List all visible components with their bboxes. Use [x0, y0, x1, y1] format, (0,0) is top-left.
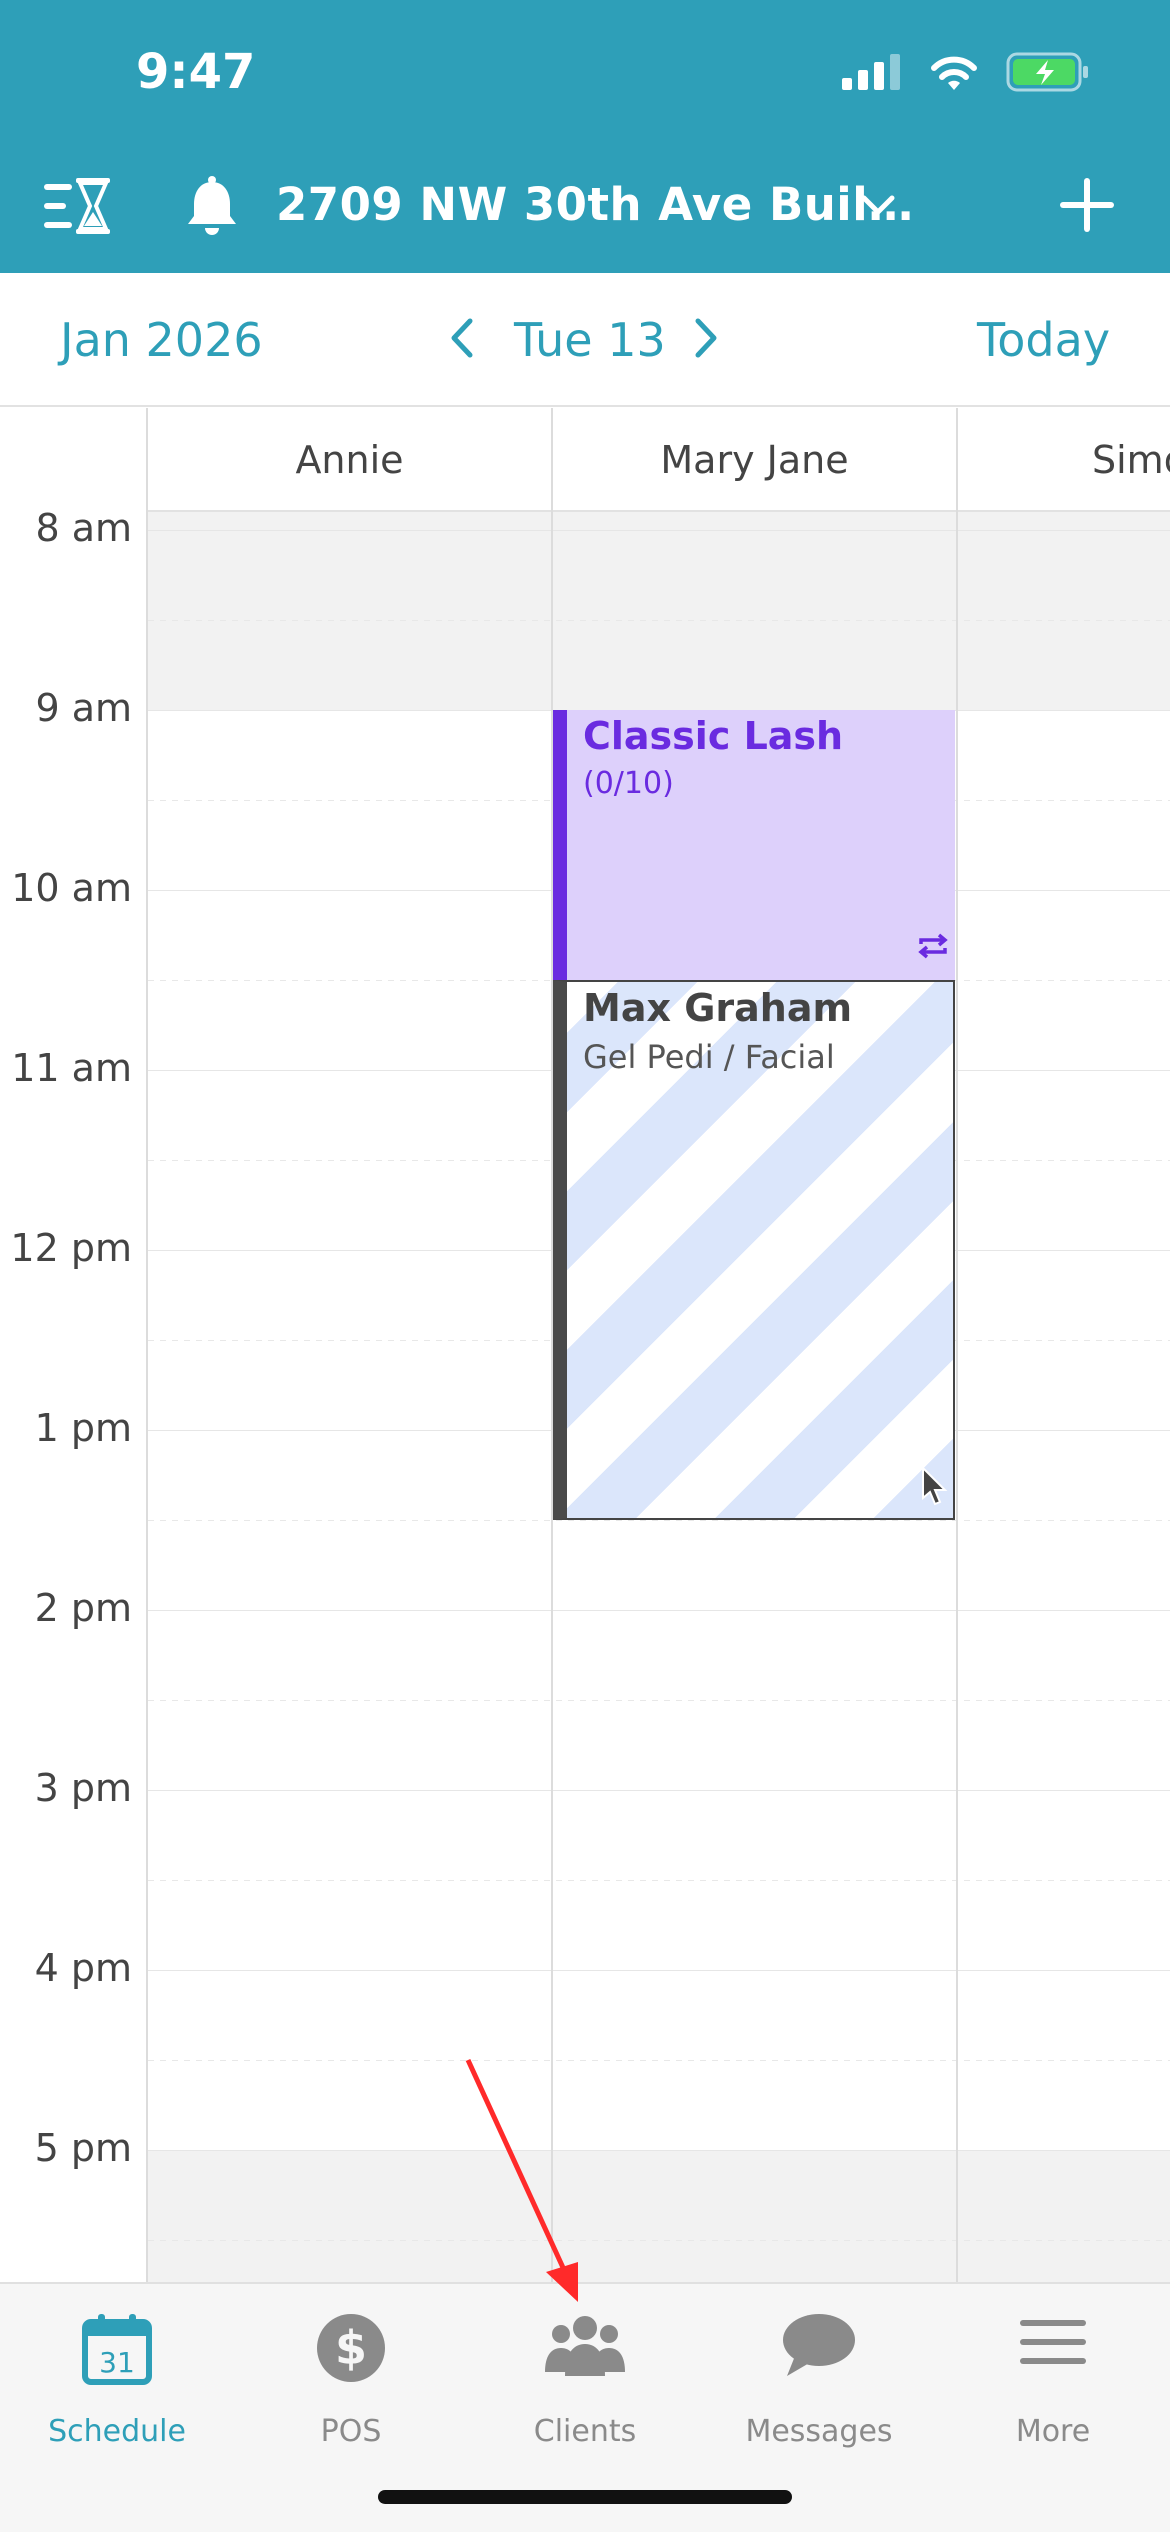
tab-pos[interactable]: $ POS [234, 2304, 468, 2454]
battery-icon [1006, 52, 1088, 92]
half-hour-line [148, 2240, 1170, 2241]
tab-label: POS [320, 2414, 382, 2449]
off-hours-shade [148, 2150, 1170, 2282]
status-time: 9:47 [136, 44, 256, 100]
clients-icon [545, 2316, 625, 2376]
column-divider [956, 408, 958, 2282]
time-label: 1 pm [34, 1406, 132, 1450]
status-icons [842, 52, 1090, 92]
bell-icon[interactable] [180, 174, 244, 238]
time-label: 10 am [11, 866, 132, 910]
column-divider [146, 408, 148, 2282]
app-header: 9:47 2709 NW 30th Ave Buil… [0, 0, 1170, 273]
staff-column-header[interactable]: Simo [958, 408, 1170, 512]
chevron-left-icon[interactable] [446, 313, 478, 363]
half-hour-line [148, 1520, 1170, 1521]
off-hours-shade [148, 512, 1170, 710]
staff-column-header[interactable]: Mary Jane [553, 408, 956, 512]
chevron-right-icon[interactable] [690, 313, 722, 363]
half-hour-line [148, 1880, 1170, 1881]
add-icon[interactable] [1058, 176, 1116, 234]
hour-line [148, 1610, 1170, 1611]
dollar-icon: $ [317, 2314, 385, 2382]
repeat-icon [918, 933, 948, 959]
half-hour-line [148, 2060, 1170, 2061]
time-label: 4 pm [34, 1946, 132, 1990]
time-label: 12 pm [10, 1226, 132, 1270]
calendar-icon: 31 [82, 2314, 152, 2385]
time-label: 3 pm [34, 1766, 132, 1810]
tab-messages[interactable]: Messages [702, 2304, 936, 2454]
signal-icon [842, 54, 900, 90]
tab-clients[interactable]: Clients [468, 2304, 702, 2454]
chevron-down-icon[interactable] [858, 186, 898, 226]
appointment-classic-lash[interactable]: Classic Lash (0/10) [553, 710, 955, 980]
staff-column-header[interactable]: Annie [148, 408, 551, 512]
location-selector[interactable]: 2709 NW 30th Ave Buil… [276, 178, 914, 231]
appointment-title: Classic Lash [583, 714, 844, 758]
time-label: 2 pm [34, 1586, 132, 1630]
appointment-subtitle: Gel Pedi / Facial [583, 1038, 835, 1076]
appointment-subtitle: (0/10) [583, 766, 674, 801]
svg-text:31: 31 [99, 2346, 135, 2379]
waitlist-icon[interactable] [44, 176, 114, 236]
time-label: 11 am [11, 1046, 132, 1090]
hour-line [148, 1790, 1170, 1791]
month-label[interactable]: Jan 2026 [60, 313, 263, 367]
tab-schedule[interactable]: 31 Schedule [0, 2304, 234, 2454]
time-label: 8 am [35, 506, 132, 550]
wifi-icon [931, 56, 977, 90]
hour-line [148, 1970, 1170, 1971]
tab-label: Clients [533, 2414, 637, 2449]
date-bar: Jan 2026 Tue 13 Today [0, 273, 1170, 407]
appointment-title: Max Graham [583, 986, 853, 1030]
header-nav: 2709 NW 30th Ave Buil… [0, 170, 1170, 242]
tab-label: Schedule [48, 2414, 186, 2449]
hour-line [148, 2150, 1170, 2151]
tab-label: More [1015, 2414, 1091, 2449]
today-button[interactable]: Today [977, 313, 1110, 367]
tab-label: Messages [745, 2414, 893, 2449]
menu-icon [1020, 2320, 1086, 2364]
selected-day[interactable]: Tue 13 [514, 313, 666, 367]
hour-line [148, 530, 1170, 531]
schedule-grid[interactable]: Annie Mary Jane Simo 8 am 9 am 10 am 11 … [0, 408, 1170, 2282]
time-label: 5 pm [34, 2126, 132, 2170]
cursor-icon [922, 1466, 948, 1506]
half-hour-line [148, 1700, 1170, 1701]
half-hour-line [148, 620, 1170, 621]
messages-icon [783, 2314, 855, 2376]
home-indicator [378, 2490, 792, 2504]
svg-text:$: $ [335, 2321, 367, 2375]
appointment-max-graham[interactable]: Max Graham Gel Pedi / Facial [553, 980, 955, 1520]
tab-more[interactable]: More [936, 2304, 1170, 2454]
time-label: 9 am [35, 686, 132, 730]
